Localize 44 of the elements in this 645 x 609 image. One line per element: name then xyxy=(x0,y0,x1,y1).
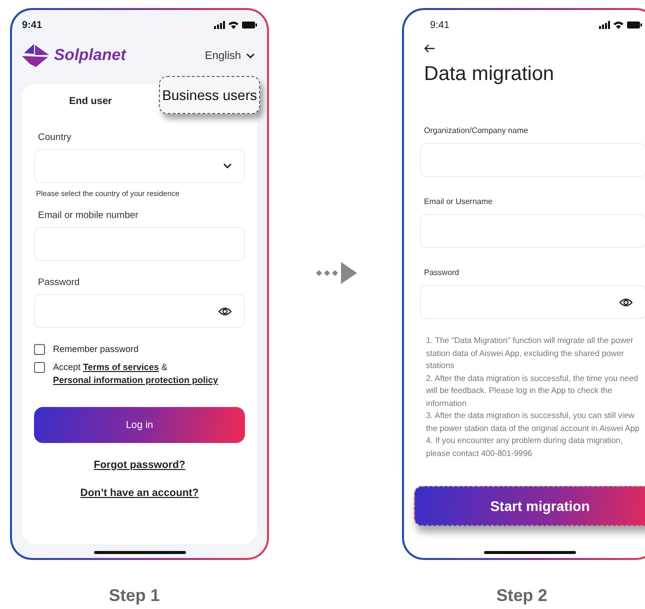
battery-icon xyxy=(627,21,642,29)
input-field[interactable] xyxy=(34,294,245,328)
field-label: Email or Username xyxy=(424,197,494,206)
wifi-icon xyxy=(613,21,624,29)
back-arrow-icon[interactable] xyxy=(424,44,435,53)
eye-icon[interactable] xyxy=(619,298,633,306)
select-field[interactable] xyxy=(34,149,245,183)
signal-icon xyxy=(599,21,610,29)
tab[interactable]: Business users xyxy=(159,76,260,114)
note-text: 4. If you encounter any problem during data migration, please contact 400-801-9996 xyxy=(426,435,624,460)
field-label: Password xyxy=(38,277,81,288)
chevron-down-icon xyxy=(223,163,232,169)
checkbox[interactable] xyxy=(34,344,45,355)
field-label: Email or mobile number xyxy=(38,210,140,221)
logo-icon xyxy=(22,44,50,68)
signal-icon xyxy=(214,21,225,29)
step-caption: Step 2 xyxy=(495,586,548,606)
note-text: 2. After the data migration is successful, the time you need will be feedback. Please log in the App to check the information xyxy=(426,372,640,410)
brand-name: Solplanet xyxy=(54,47,126,65)
status-time: 9:41 xyxy=(22,20,42,30)
dotted-arrow-icon xyxy=(314,262,358,284)
status-time: 9:41 xyxy=(430,20,450,30)
text-link[interactable]: Forgot password? xyxy=(94,459,186,471)
note-text: 3. After the data migration is successful, you can still view the power station data of the original account in Aiswei App xyxy=(426,410,640,435)
policy-link[interactable]: Terms of services xyxy=(83,362,159,372)
login-button[interactable]: Log in xyxy=(34,407,245,443)
policy-link[interactable]: Personal information protection policy xyxy=(53,375,218,385)
language-selector[interactable]: English xyxy=(204,50,255,62)
field-label: Organization/Company name xyxy=(424,126,530,135)
page-title: Data migration xyxy=(424,63,556,86)
checkbox[interactable] xyxy=(34,362,45,373)
chevron-down-icon xyxy=(246,53,255,59)
battery-icon xyxy=(242,21,257,29)
start-migration-button[interactable]: Start migration xyxy=(414,486,645,526)
checkbox-label: Accept Terms of services & Personal information protection policy xyxy=(53,361,220,387)
note-text: 1. The "Data Migration" function will migrate all the power station data of Aiswei App, excluding the shared power stations xyxy=(426,335,634,372)
eye-icon[interactable] xyxy=(218,306,232,316)
text-link[interactable]: Don’t have an account? xyxy=(80,487,199,499)
wifi-icon xyxy=(228,21,239,29)
field-label: Country xyxy=(38,132,72,143)
field-label: Password xyxy=(424,268,460,277)
checkbox-label: Remember password xyxy=(53,343,139,356)
step-caption: Step 1 xyxy=(108,586,161,606)
input-field[interactable] xyxy=(420,285,645,319)
